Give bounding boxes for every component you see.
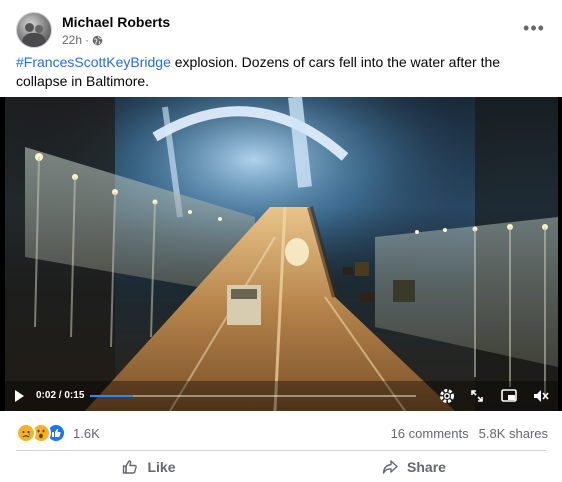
post-stats: 1.6K 16 comments 5.8K shares: [16, 422, 548, 444]
sad-reaction-icon: [16, 423, 36, 443]
volume-muted-icon[interactable]: [532, 387, 550, 405]
thumbs-up-icon: [123, 459, 138, 474]
progress-fill: [90, 395, 134, 397]
post-card: Michael Roberts 22h · ••• #FrancesScottK…: [0, 0, 562, 482]
progress-bar[interactable]: [90, 395, 416, 397]
meta-separator: ·: [85, 33, 90, 47]
share-arrow-icon: [382, 459, 398, 474]
post-caption: #FrancesScottKeyBridge explosion. Dozens…: [16, 53, 540, 91]
more-horizontal-icon[interactable]: •••: [522, 18, 546, 38]
engagement-counts: 16 comments 5.8K shares: [391, 426, 548, 441]
current-time: 0:02: [36, 390, 57, 401]
shares-count[interactable]: 5.8K shares: [479, 426, 548, 441]
share-label: Share: [407, 458, 446, 475]
play-icon[interactable]: [12, 389, 26, 403]
share-button[interactable]: Share: [281, 451, 546, 482]
duration: 0:15: [64, 390, 85, 401]
reaction-count: 1.6K: [73, 425, 100, 441]
post-actions: Like Share: [16, 451, 546, 482]
like-button[interactable]: Like: [16, 451, 281, 482]
post-time[interactable]: 22h: [62, 33, 82, 47]
like-label: Like: [147, 458, 176, 475]
comments-count[interactable]: 16 comments: [391, 426, 469, 441]
reaction-summary[interactable]: 1.6K: [16, 423, 100, 443]
globe-icon[interactable]: [92, 35, 103, 46]
hashtag-link[interactable]: #FrancesScottKeyBridge: [16, 54, 171, 70]
settings-icon[interactable]: [438, 387, 456, 405]
fullscreen-icon[interactable]: [468, 387, 486, 405]
author-name[interactable]: Michael Roberts: [62, 14, 170, 30]
video-controls: 0:02 / 0:15: [0, 381, 562, 411]
video-frame: [5, 97, 558, 411]
post-meta: 22h ·: [62, 33, 103, 47]
post-header: Michael Roberts 22h · •••: [16, 12, 546, 52]
avatar[interactable]: [16, 12, 52, 48]
picture-in-picture-icon[interactable]: [500, 387, 518, 405]
video-time: 0:02 / 0:15: [36, 390, 84, 401]
video-player[interactable]: 0:02 / 0:15: [0, 97, 562, 411]
